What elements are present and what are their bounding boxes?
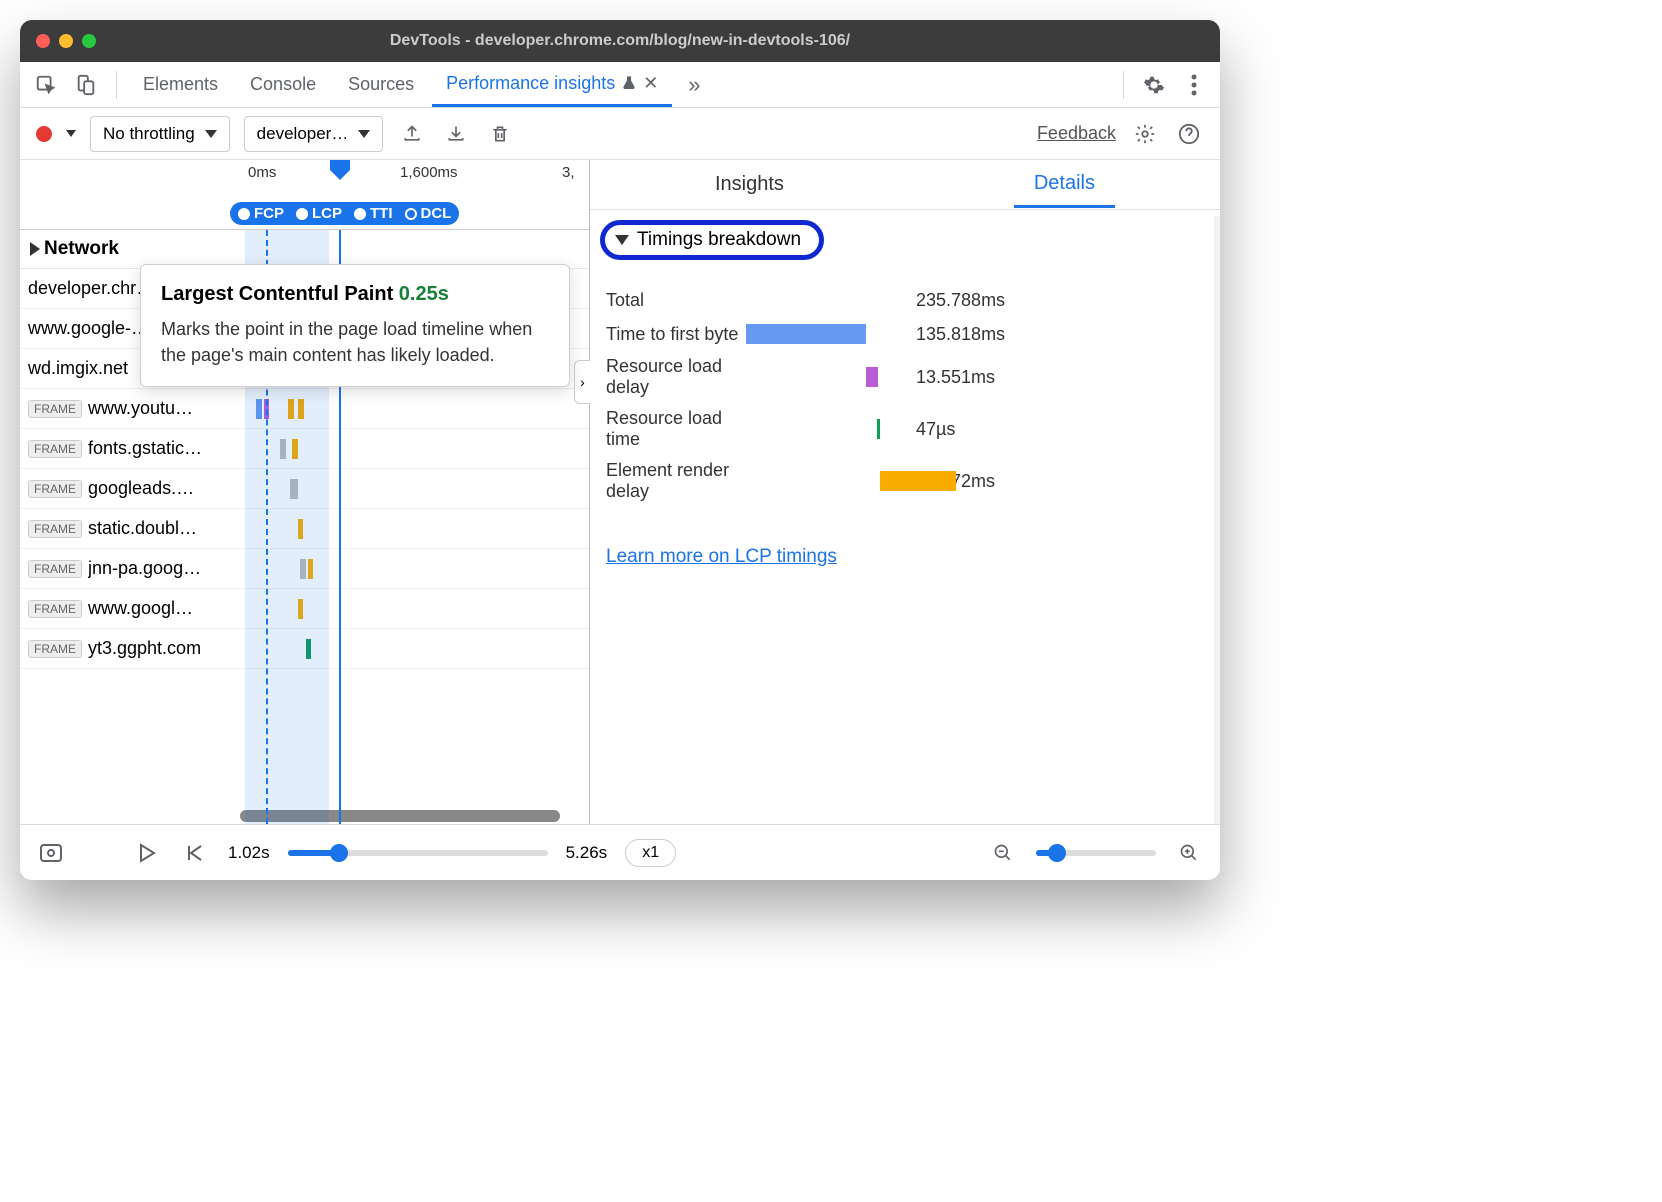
timing-row-resource-load-time: Resource load time 47µs (606, 408, 1204, 450)
ruler-tick: 3, (562, 164, 575, 181)
delete-icon[interactable] (485, 119, 515, 149)
record-button[interactable] (36, 126, 52, 142)
devtools-tabbar: Elements Console Sources Performance ins… (20, 62, 1220, 108)
marker-dcl: DCL (421, 205, 452, 222)
record-menu-caret[interactable] (66, 130, 76, 137)
time-slider[interactable] (288, 850, 548, 856)
timings-breakdown-header[interactable]: Timings breakdown (600, 220, 824, 260)
close-tab-icon[interactable]: ✕ (643, 73, 658, 94)
import-icon[interactable] (441, 119, 471, 149)
network-row[interactable]: FRAMEwww.youtu… (20, 389, 589, 429)
rewind-icon[interactable] (180, 838, 210, 868)
target-dropdown[interactable]: developer… (244, 116, 384, 152)
network-row[interactable]: FRAMEstatic.doubl… (20, 509, 589, 549)
device-toggle-icon[interactable] (68, 67, 104, 103)
experiment-icon (621, 74, 637, 92)
vertical-scrollbar[interactable] (1214, 216, 1220, 824)
tab-insights[interactable]: Insights (695, 163, 804, 206)
timing-row-resource-load-delay: Resource load delay 13.551ms (606, 356, 1204, 398)
tab-elements[interactable]: Elements (129, 64, 232, 105)
tab-details[interactable]: Details (1014, 162, 1115, 208)
zoom-slider[interactable] (1036, 850, 1156, 856)
marker-fcp: FCP (254, 205, 284, 222)
network-row[interactable]: FRAMEgoogleads.… (20, 469, 589, 509)
network-row[interactable]: FRAMEwww.googl… (20, 589, 589, 629)
marker-tti: TTI (370, 205, 393, 222)
kebab-menu-icon[interactable] (1176, 67, 1212, 103)
total-time: 5.26s (566, 843, 608, 863)
ruler-tick: 0ms (248, 164, 276, 181)
chevron-down-icon (615, 235, 629, 245)
network-row[interactable]: FRAMEfonts.gstatic… (20, 429, 589, 469)
marker-pill[interactable]: FCP LCP TTI DCL (230, 202, 459, 225)
timing-row-ttfb: Time to first byte 135.818ms (606, 322, 1204, 346)
speed-button[interactable]: x1 (625, 839, 676, 867)
network-row[interactable]: FRAMEjnn-pa.goog… (20, 549, 589, 589)
titlebar: DevTools - developer.chrome.com/blog/new… (20, 20, 1220, 62)
window-title: DevTools - developer.chrome.com/blog/new… (20, 32, 1220, 50)
timeline-panel: 0ms 1,600ms 3, FCP LCP TTI DCL Network d… (20, 160, 590, 824)
expand-icon (30, 242, 40, 256)
timing-bar (866, 367, 878, 387)
timing-row-element-render-delay: Element render delay 86.372ms (606, 460, 1204, 502)
settings-icon[interactable] (1136, 67, 1172, 103)
timing-bar (746, 324, 866, 344)
play-icon[interactable] (132, 838, 162, 868)
perf-toolbar: No throttling developer… Feedback (20, 108, 1220, 160)
time-ruler[interactable]: 0ms 1,600ms 3, FCP LCP TTI DCL (20, 160, 589, 230)
learn-more-link[interactable]: Learn more on LCP timings (606, 546, 1204, 568)
zoom-in-icon[interactable] (1174, 838, 1204, 868)
panel-settings-icon[interactable] (1130, 119, 1160, 149)
feedback-link[interactable]: Feedback (1037, 123, 1116, 144)
lcp-tooltip: Largest Contentful Paint 0.25s Marks the… (140, 264, 570, 387)
preview-toggle-icon[interactable] (36, 838, 66, 868)
tab-console[interactable]: Console (236, 64, 330, 105)
throttling-dropdown[interactable]: No throttling (90, 116, 230, 152)
timing-row-total: Total 235.788ms (606, 288, 1204, 312)
timing-bar (877, 419, 880, 439)
inspect-element-icon[interactable] (28, 67, 64, 103)
current-time: 1.02s (228, 843, 270, 863)
ruler-tick: 1,600ms (400, 164, 458, 181)
timing-bar (880, 471, 956, 491)
export-icon[interactable] (397, 119, 427, 149)
details-panel: › Insights Details Timings breakdown Tot… (590, 160, 1220, 824)
more-tabs-icon[interactable]: » (676, 67, 712, 103)
marker-lcp: LCP (312, 205, 342, 222)
horizontal-scrollbar[interactable] (20, 808, 589, 824)
tab-performance-insights[interactable]: Performance insights ✕ (432, 63, 672, 107)
network-row[interactable]: FRAMEyt3.ggpht.com (20, 629, 589, 669)
tab-sources[interactable]: Sources (334, 64, 428, 105)
help-icon[interactable] (1174, 119, 1204, 149)
zoom-out-icon[interactable] (988, 838, 1018, 868)
playback-footer: 1.02s 5.26s x1 (20, 824, 1220, 880)
playhead-handle[interactable] (330, 160, 350, 180)
collapse-panel-button[interactable]: › (574, 360, 590, 404)
